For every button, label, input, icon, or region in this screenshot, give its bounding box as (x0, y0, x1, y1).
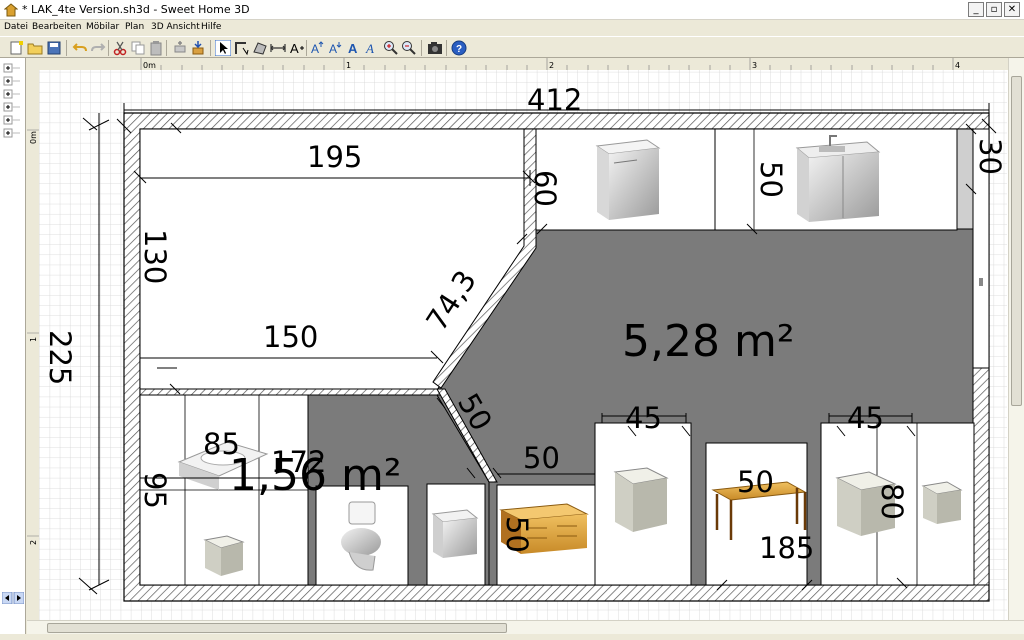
plan-horizontal-scrollbar[interactable] (27, 620, 1024, 634)
plan-view[interactable]: 0m 1 2 3 4 0m 1 2 412 225 195 130 150 60… (27, 58, 1024, 640)
svg-text:A: A (365, 41, 374, 56)
dim-left-total-rot[interactable]: 225 (43, 330, 77, 385)
menu-bar: Datei Bearbeiten Möbilar Plan 3D Ansicht… (0, 20, 1024, 36)
add-text-icon[interactable]: A (288, 40, 304, 56)
create-rooms-icon[interactable] (252, 40, 268, 56)
vertical-ruler (27, 58, 39, 640)
cube-cabinet-icon (613, 467, 669, 532)
text-style-icon[interactable]: A (328, 40, 344, 56)
maximize-button[interactable]: ▫ (986, 2, 1002, 17)
copy-icon[interactable] (130, 40, 146, 56)
svg-text:?: ? (456, 44, 462, 55)
furniture-tree-panel (0, 58, 26, 640)
new-icon[interactable] (8, 40, 24, 56)
zoom-in-icon[interactable] (383, 40, 399, 56)
washbasin-icon (431, 509, 479, 558)
svg-text:A: A (311, 42, 319, 56)
dim-table-width[interactable]: 185 (759, 531, 814, 565)
plan-vertical-scrollbar[interactable] (1008, 58, 1024, 620)
menu-datei[interactable]: Datei (4, 22, 28, 32)
dim-top-total[interactable]: 412 (527, 83, 582, 117)
room-bath-area-label[interactable]: 1,56 m² (229, 450, 401, 501)
camera-icon[interactable] (427, 40, 443, 56)
status-strip (0, 634, 1024, 640)
menu-bearbeiten[interactable]: Bearbeiten (32, 22, 81, 32)
zoom-text-icon[interactable]: A (310, 40, 326, 56)
dim-cab-width-1[interactable]: 45 (625, 401, 662, 435)
redo-icon[interactable] (90, 40, 106, 56)
small-cube-icon (203, 535, 245, 576)
zoom-out-icon[interactable] (401, 40, 417, 56)
svg-text:A: A (290, 41, 299, 56)
toolbar: A A A A A ? (0, 36, 1024, 58)
app-icon (4, 3, 18, 17)
dim-cab-depth-right[interactable]: 80 (875, 483, 909, 520)
cube-right-2-icon (921, 481, 963, 524)
italic-text-icon[interactable]: A (364, 40, 380, 56)
tree-expanders (3, 63, 20, 138)
dim-right-depth[interactable]: 30 (973, 138, 1007, 175)
dim-inner-top[interactable]: 195 (307, 140, 362, 174)
dim-desk-depth[interactable]: 50 (500, 516, 534, 553)
ruler-x-0: 0m (143, 61, 156, 70)
select-icon[interactable] (215, 40, 231, 56)
sink-cabinet-icon (795, 135, 881, 222)
right-upper-wall[interactable] (972, 367, 990, 586)
menu-hilfe[interactable]: Hilfe (201, 22, 221, 32)
menu-3d-ansicht[interactable]: 3D Ansicht (151, 22, 200, 32)
dim-lower-mid[interactable]: 50 (523, 441, 560, 475)
dim-sink-depth[interactable]: 50 (754, 161, 788, 198)
paste-icon[interactable] (148, 40, 164, 56)
tree-scroll-arrows[interactable] (2, 592, 24, 604)
help-icon[interactable]: ? (451, 40, 467, 56)
dim-inner-left[interactable]: 130 (138, 229, 172, 284)
minimize-button[interactable]: _ (968, 2, 984, 17)
add-furniture-icon[interactable] (172, 40, 188, 56)
dim-cab-width-2[interactable]: 45 (847, 401, 884, 435)
window-title: * LAK_4te Version.sh3d - Sweet Home 3D (22, 3, 250, 16)
menu-plan[interactable]: Plan (125, 22, 144, 32)
dim-table-depth[interactable]: 50 (737, 465, 774, 499)
open-icon[interactable] (27, 40, 43, 56)
horizontal-ruler (27, 58, 1024, 70)
ruler-x-1: 1 (346, 61, 351, 70)
dim-diag-upper-short[interactable]: 60 (528, 170, 562, 207)
create-dimensions-icon[interactable] (270, 40, 286, 56)
dim-bath-height[interactable]: 95 (138, 472, 172, 509)
bold-text-icon[interactable]: A (346, 40, 362, 56)
dim-mid-width[interactable]: 150 (263, 320, 318, 354)
ruler-y-2: 2 (29, 540, 38, 545)
menu-moebilar[interactable]: Möbilar (86, 22, 119, 32)
title-bar: * LAK_4te Version.sh3d - Sweet Home 3D _… (0, 0, 1024, 20)
ruler-y-0: 0m (29, 131, 38, 144)
save-icon[interactable] (46, 40, 62, 56)
svg-text:A: A (329, 42, 337, 56)
bath-wall-horizontal[interactable] (139, 388, 444, 396)
cut-icon[interactable] (112, 40, 128, 56)
vertical-scroll-thumb[interactable] (1011, 76, 1022, 406)
close-button[interactable]: ✕ (1004, 2, 1020, 17)
base-cabinet-icon (595, 139, 661, 220)
app-window: * LAK_4te Version.sh3d - Sweet Home 3D _… (0, 0, 1024, 640)
create-walls-icon[interactable] (234, 40, 250, 56)
ruler-x-3: 3 (752, 61, 757, 70)
room-main-area-label[interactable]: 5,28 m² (622, 316, 794, 367)
ruler-x-2: 2 (549, 61, 554, 70)
horizontal-scroll-thumb[interactable] (47, 623, 507, 633)
import-furniture-icon[interactable] (190, 40, 206, 56)
svg-text:A: A (348, 41, 358, 56)
undo-icon[interactable] (72, 40, 88, 56)
plan-canvas[interactable]: 0m 1 2 3 4 0m 1 2 412 225 195 130 150 60… (27, 58, 1024, 640)
ruler-x-4: 4 (955, 61, 960, 70)
ruler-y-1: 1 (29, 337, 38, 342)
